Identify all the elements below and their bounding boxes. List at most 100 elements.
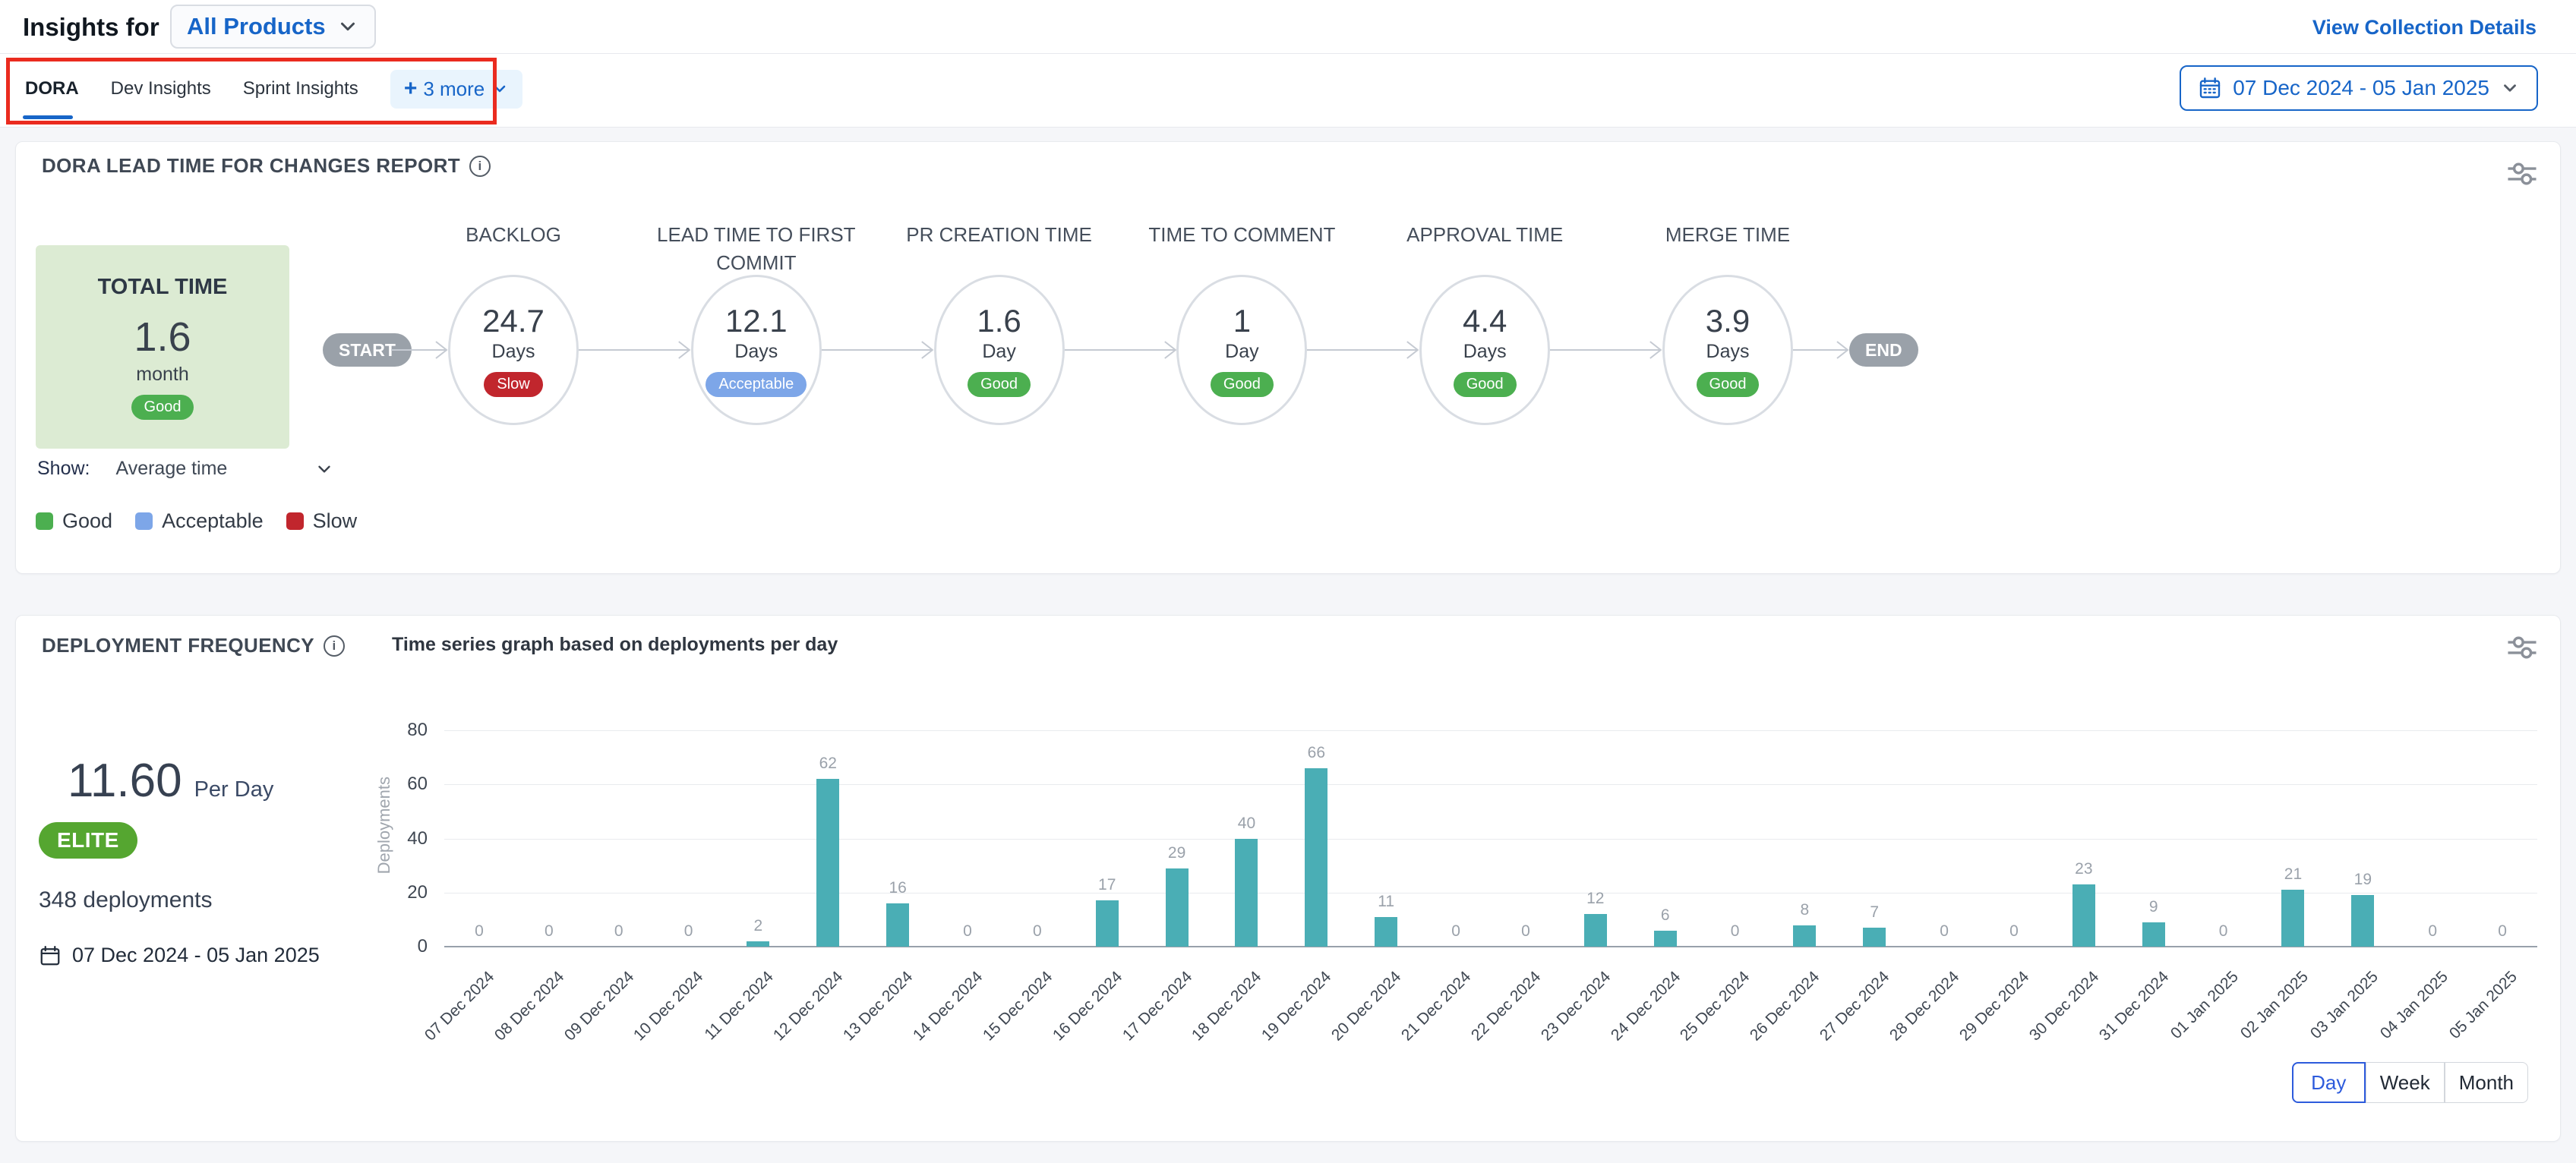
view-collection-details-link[interactable]: View Collection Details: [2312, 16, 2537, 39]
tab-dev-insights[interactable]: Dev Insights: [111, 78, 211, 99]
x-tick-label: 27 Dec 2024: [1817, 968, 1893, 1045]
legend-swatch: [36, 512, 53, 530]
gridline: [444, 784, 2537, 785]
legend-label: Good: [62, 509, 112, 533]
flow-arrow: [1793, 336, 1849, 364]
x-tick-label: 17 Dec 2024: [1119, 968, 1195, 1045]
chevron-down-icon: [336, 15, 359, 38]
deployment-title-text: DEPLOYMENT FREQUENCY: [42, 634, 314, 657]
total-time-unit: month: [136, 364, 188, 386]
x-tick-label: 23 Dec 2024: [1538, 968, 1615, 1045]
granularity-week-button[interactable]: Week: [2366, 1062, 2445, 1103]
stage-node-lead-time-to-first-commit: 12.1DaysAcceptable: [691, 275, 822, 425]
bar-value-label: 0: [614, 922, 623, 941]
x-tick-label: 13 Dec 2024: [840, 968, 917, 1045]
bar-value-label: 0: [2009, 922, 2019, 941]
tab-dora[interactable]: DORA: [25, 78, 79, 99]
info-icon[interactable]: i: [324, 635, 345, 657]
bar-18-dec-2024: [1235, 839, 1258, 947]
x-tick-label: 07 Dec 2024: [421, 968, 498, 1045]
show-value: Average time: [115, 458, 227, 480]
bar-20-dec-2024: [1375, 917, 1397, 947]
x-tick-label: 09 Dec 2024: [560, 968, 637, 1045]
stage-unit: Days: [734, 341, 778, 363]
chevron-down-icon: [491, 80, 509, 98]
legend-swatch: [286, 512, 304, 530]
flow-arrow: [1307, 336, 1419, 364]
x-tick-label: 11 Dec 2024: [701, 968, 777, 1044]
show-label: Show:: [37, 458, 90, 480]
gridline: [444, 839, 2537, 840]
legend-item-slow: Slow: [286, 509, 358, 533]
chevron-down-icon: [314, 459, 334, 479]
x-tick-label: 04 Jan 2025: [2376, 968, 2451, 1043]
bar-17-dec-2024: [1166, 868, 1189, 947]
bar-value-label: 0: [1731, 922, 1740, 941]
legend-label: Acceptable: [162, 509, 264, 533]
chart-settings-icon[interactable]: [2505, 632, 2539, 663]
stage-unit: Days: [1463, 341, 1507, 363]
bar-value-label: 9: [2149, 898, 2158, 916]
stage-value: 24.7: [482, 303, 545, 339]
stage-node-merge-time: 3.9DaysGood: [1662, 275, 1793, 425]
tab-sprint-insights[interactable]: Sprint Insights: [243, 78, 358, 99]
tabs-more-dropdown[interactable]: +3 more: [390, 70, 522, 109]
legend-item-acceptable: Acceptable: [135, 509, 264, 533]
legend-label: Slow: [313, 509, 358, 533]
deployments-bar-chart: [444, 730, 2537, 947]
x-tick-label: 14 Dec 2024: [910, 968, 987, 1045]
info-icon[interactable]: i: [469, 156, 491, 177]
bar-value-label: 7: [1870, 903, 1879, 922]
stage-value: 3.9: [1706, 303, 1750, 339]
stage-label: APPROVAL TIME: [1371, 221, 1599, 249]
bar-30-dec-2024: [2072, 884, 2095, 947]
tier-badge: ELITE: [39, 822, 137, 859]
stage-label: BACKLOG: [399, 221, 627, 249]
top-bar: Insights for All Products View Collectio…: [0, 0, 2576, 54]
deployments-date-range: 07 Dec 2024 - 05 Jan 2025: [39, 944, 320, 967]
x-tick-label: 25 Dec 2024: [1677, 968, 1754, 1045]
x-tick-label: 10 Dec 2024: [630, 968, 707, 1045]
flow-arrow: [579, 336, 691, 364]
chart-title-text: Time series graph based on deployments p…: [392, 634, 838, 656]
x-tick-label: 31 Dec 2024: [2096, 968, 2173, 1045]
deployment-rate-value: 11.60: [68, 754, 182, 808]
x-tick-label: 03 Jan 2025: [2307, 968, 2382, 1043]
bar-31-dec-2024: [2142, 922, 2165, 947]
lead-time-card-title: DORA LEAD TIME FOR CHANGES REPORT i: [42, 154, 491, 178]
product-selector[interactable]: All Products: [170, 5, 376, 49]
insights-page: Insights for All Products View Collectio…: [0, 0, 2576, 1163]
bar-value-label: 0: [684, 922, 693, 941]
date-range-picker[interactable]: 07 Dec 2024 - 05 Jan 2025: [2180, 65, 2538, 111]
granularity-month-button[interactable]: Month: [2445, 1062, 2528, 1103]
bar-value-label: 62: [819, 755, 837, 773]
plus-icon: +: [404, 79, 418, 99]
x-tick-label: 08 Dec 2024: [491, 968, 568, 1045]
granularity-switch: DayWeekMonth: [2292, 1062, 2528, 1103]
stage-unit: Days: [492, 341, 535, 363]
bar-value-label: 19: [2354, 871, 2372, 889]
granularity-day-button[interactable]: Day: [2292, 1062, 2366, 1103]
bar-23-dec-2024: [1584, 914, 1607, 947]
chevron-down-icon: [2500, 78, 2520, 98]
x-tick-label: 30 Dec 2024: [2026, 968, 2103, 1045]
bar-24-dec-2024: [1654, 931, 1677, 947]
y-tick-label: 20: [374, 882, 428, 903]
legend-swatch: [135, 512, 153, 530]
y-tick-label: 0: [374, 936, 428, 957]
stage-value: 1.6: [977, 303, 1021, 339]
bar-value-label: 0: [2428, 922, 2437, 941]
stage-unit: Day: [982, 341, 1015, 363]
bar-value-label: 0: [1451, 922, 1460, 941]
tabs-more-label: 3 more: [423, 77, 485, 101]
stage-node-time-to-comment: 1DayGood: [1176, 275, 1307, 425]
x-tick-label: 05 Jan 2025: [2446, 968, 2521, 1043]
chart-settings-icon[interactable]: [2505, 159, 2539, 189]
x-tick-label: 18 Dec 2024: [1189, 968, 1265, 1045]
stage-status-badge: Slow: [484, 372, 542, 397]
chart-title: Time series graph based on deployments p…: [392, 634, 838, 656]
show-dropdown[interactable]: Show: Average time: [37, 458, 334, 480]
bar-value-label: 0: [475, 922, 484, 941]
bar-value-label: 0: [2498, 922, 2507, 941]
bar-value-label: 40: [1238, 815, 1255, 833]
